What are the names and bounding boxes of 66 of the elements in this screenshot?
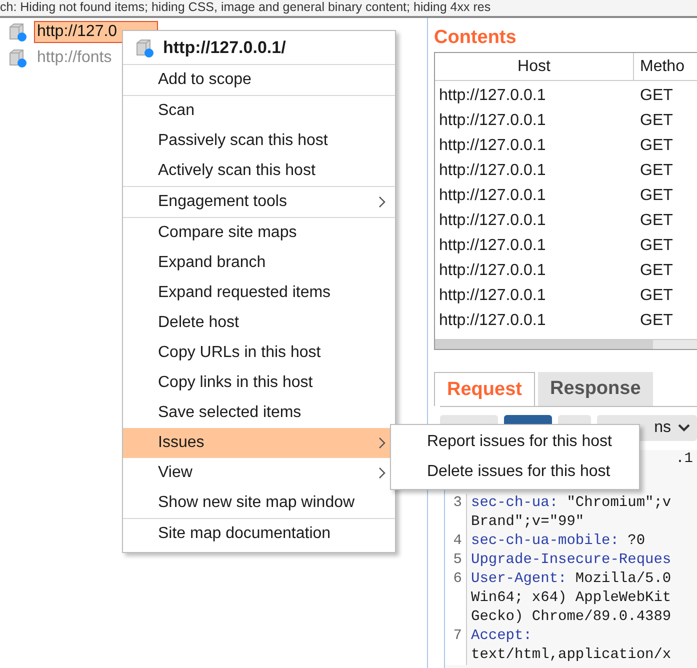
table-cell-text: http://127.0.0.1 — [438, 110, 547, 130]
column-header[interactable]: Metho — [634, 53, 697, 80]
table-cell-text: http://127.0.0.1 — [438, 186, 547, 206]
request-line-text: .1 — [676, 450, 693, 469]
header-value: ?0 — [626, 532, 646, 551]
table-cell-text: http://127.0.0.1 — [438, 236, 547, 256]
chevron-down-icon — [677, 423, 691, 433]
chevron-right-icon — [378, 467, 386, 479]
menu-item[interactable]: Expand branch — [123, 248, 395, 278]
header-name: User-Agent: — [471, 570, 567, 589]
chevron-right-icon — [378, 196, 386, 208]
table-cell-text: GET — [639, 310, 673, 330]
table-cell-text: GET — [639, 210, 673, 230]
table-cell-text: GET — [639, 236, 673, 256]
filter-text: ch: Hiding not found items; hiding CSS, image and general binary content; hiding 4xx res — [0, 0, 492, 15]
menu-item[interactable]: Show new site map window — [123, 488, 395, 518]
header-name: sec-ch-ua: — [471, 494, 558, 513]
menu-item[interactable]: Passively scan this host — [123, 126, 395, 156]
menu-item[interactable]: Actively scan this host — [123, 156, 395, 186]
scrollbar-thumb[interactable] — [435, 340, 653, 349]
menu-header: http://127.0.0.1/ — [163, 36, 286, 59]
header-value: Brand";v="99" — [471, 513, 586, 532]
table-cell-text: http://127.0.0.1 — [438, 136, 547, 156]
host-icon — [8, 22, 28, 42]
tab[interactable]: Response — [538, 372, 653, 406]
table-cell-text: GET — [639, 136, 673, 156]
menu-item[interactable]: Scan — [123, 96, 395, 126]
line-number: 6 — [445, 570, 467, 627]
line-number: 7 — [445, 627, 467, 665]
section-title: Contents — [434, 26, 518, 50]
table-cell-text: http://127.0.0.1 — [438, 86, 547, 106]
chevron-right-icon — [378, 437, 386, 449]
table-cell-text: GET — [639, 160, 673, 180]
menu-item[interactable]: Add to scope — [123, 65, 395, 95]
table-cell-text: GET — [639, 286, 673, 306]
header-value: Win64; x64) AppleWebKit — [471, 589, 672, 608]
menu-item[interactable]: Copy links in this host — [123, 368, 395, 398]
table-cell-text: GET — [639, 186, 673, 206]
header-value: "Chromium";v — [566, 494, 672, 513]
menu-item[interactable]: Delete host — [123, 308, 395, 338]
line-number: 5 — [445, 551, 467, 570]
menu-item[interactable]: Site map documentation — [123, 519, 395, 549]
table-cell-text: http://127.0.0.1 — [438, 286, 547, 306]
menu-item[interactable]: Save selected items — [123, 398, 395, 428]
line-number: 4 — [445, 532, 467, 551]
header-name: sec-ch-ua-mobile: — [471, 532, 619, 551]
line-number: 3 — [445, 494, 467, 532]
menu-item[interactable]: Compare site maps — [123, 218, 395, 248]
host-icon — [135, 38, 155, 58]
header-value: Gecko) Chrome/89.0.4389 — [471, 608, 672, 627]
table-cell-text: http://127.0.0.1 — [438, 260, 547, 280]
header-name: Upgrade-Insecure-Reques — [471, 551, 672, 570]
table-cell-text: http://127.0.0.1 — [438, 210, 547, 230]
table-cell-text: GET — [639, 260, 673, 280]
menu-item[interactable]: Expand requested items — [123, 278, 395, 308]
table-cell-text: GET — [639, 110, 673, 130]
header-value: text/html,application/x — [471, 646, 672, 665]
table-cell-text: http://127.0.0.1 — [438, 160, 547, 180]
menu-item[interactable]: Engagement tools — [123, 187, 395, 217]
host-icon — [8, 48, 28, 68]
column-header[interactable]: Host — [435, 53, 634, 80]
header-value: Mozilla/5.0 — [574, 570, 672, 589]
menu-item[interactable]: Copy URLs in this host — [123, 338, 395, 368]
table-cell-text: http://127.0.0.1 — [438, 310, 547, 330]
header-name: Accept: — [471, 627, 532, 646]
table-cell-text: GET — [639, 86, 673, 106]
